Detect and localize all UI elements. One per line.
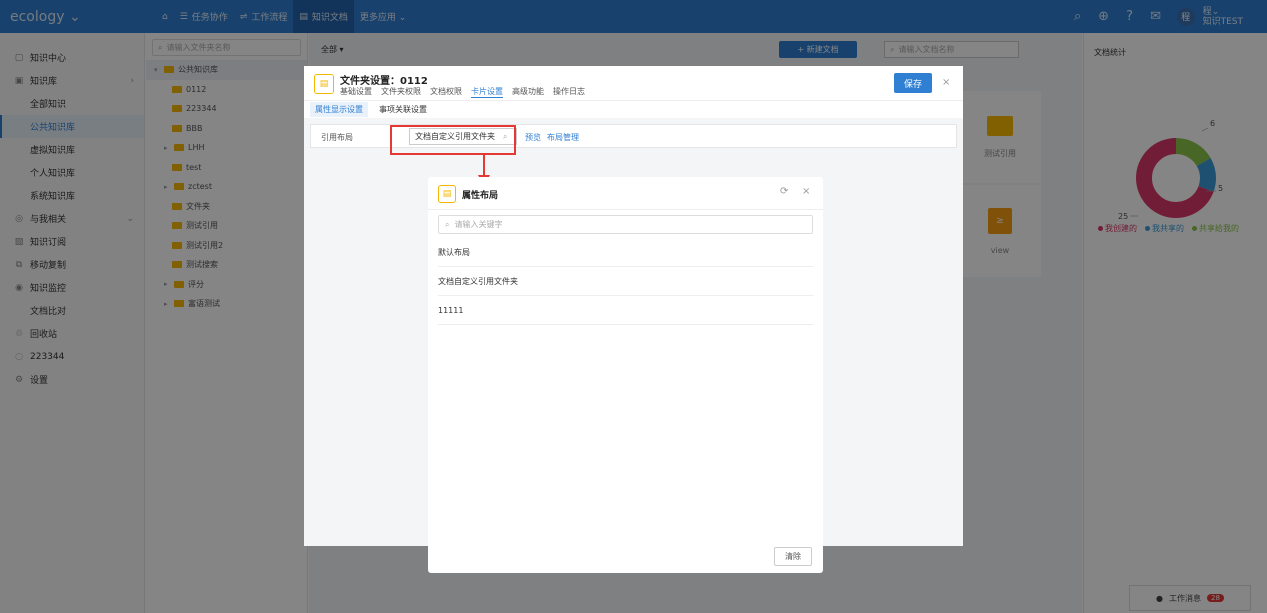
settings-header: ▤ 文件夹设置：0112 基础设置 文件夹权限 文档权限 卡片设置 高级功能 操… <box>304 66 963 100</box>
popup-search-placeholder: 请输入关键字 <box>454 220 503 229</box>
clear-button[interactable]: 清除 <box>774 547 812 566</box>
preview-link[interactable]: 预览 <box>525 132 541 143</box>
subtab-attribute-display[interactable]: 属性显示设置 <box>310 102 368 117</box>
settings-subtabs: 属性显示设置 事项关联设置 <box>304 100 963 118</box>
subtab-item-relation[interactable]: 事项关联设置 <box>374 102 432 117</box>
tab-document-permission[interactable]: 文档权限 <box>430 86 462 98</box>
close-icon[interactable]: × <box>942 77 950 88</box>
attribute-layout-popup: ▤ 属性布局 ⟳ × ⌕ 请输入关键字 默认布局 文档自定义引用文件夹 1111… <box>428 177 823 573</box>
list-item[interactable]: 默认布局 <box>438 238 813 267</box>
tab-operation-log[interactable]: 操作日志 <box>553 86 585 98</box>
list-item[interactable]: 11111 <box>438 296 813 325</box>
list-item[interactable]: 文档自定义引用文件夹 <box>438 267 813 296</box>
tab-basic[interactable]: 基础设置 <box>340 86 372 98</box>
popup-title: 属性布局 <box>462 191 499 201</box>
popup-search-input[interactable]: ⌕ 请输入关键字 <box>438 215 813 234</box>
tab-advanced[interactable]: 高级功能 <box>512 86 544 98</box>
save-button[interactable]: 保存 <box>894 73 932 93</box>
search-icon: ⌕ <box>445 219 450 229</box>
close-icon[interactable]: × <box>802 186 810 197</box>
tab-card-settings[interactable]: 卡片设置 <box>471 86 503 98</box>
refresh-icon[interactable]: ⟳ <box>780 186 788 197</box>
layout-list: 默认布局 文档自定义引用文件夹 11111 <box>438 238 813 325</box>
settings-title: 文件夹设置：0112 <box>340 76 428 87</box>
settings-tabs: 基础设置 文件夹权限 文档权限 卡片设置 高级功能 操作日志 <box>340 86 585 98</box>
layout-manage-link[interactable]: 布局管理 <box>547 132 579 143</box>
document-icon: ▤ <box>314 74 334 94</box>
highlight-box <box>390 125 516 155</box>
popup-header: ▤ 属性布局 ⟳ × <box>428 177 823 210</box>
reference-layout-label: 引用布局 <box>321 133 353 142</box>
tab-folder-permission[interactable]: 文件夹权限 <box>381 86 421 98</box>
document-icon: ▤ <box>438 185 456 203</box>
